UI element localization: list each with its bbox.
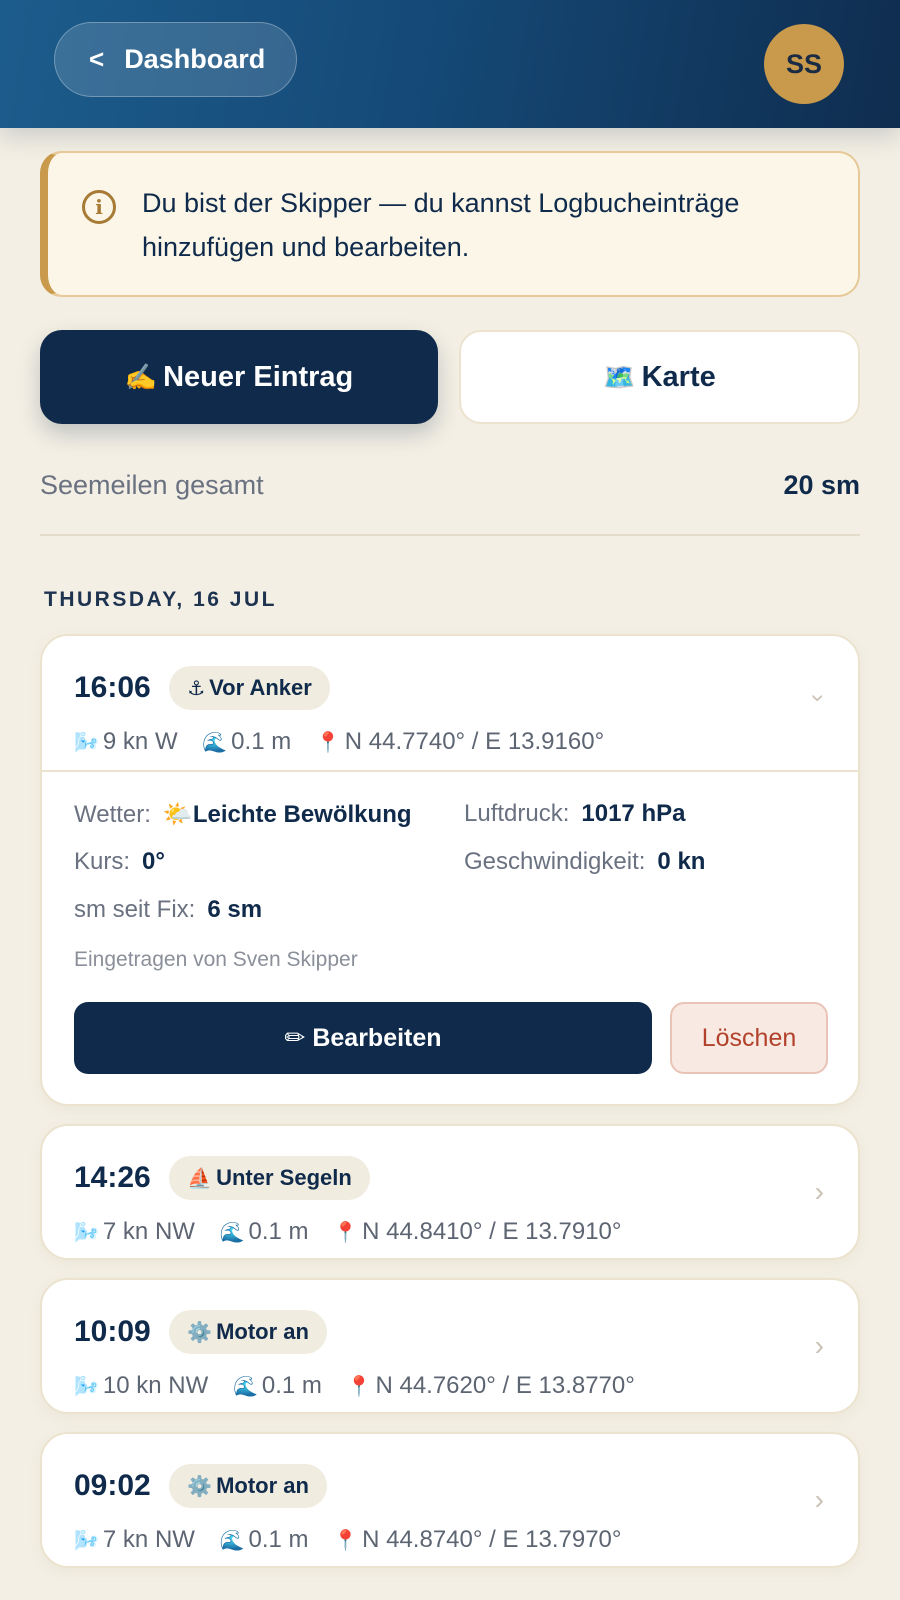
info-icon: i (82, 190, 116, 224)
new-entry-button[interactable]: ✍️ Neuer Eintrag (40, 330, 438, 424)
delete-entry-button[interactable]: Löschen (670, 1002, 828, 1074)
waves-icon: 🌊 (219, 1530, 245, 1552)
entry-meta: 🌬️ 9 kn W 🌊 0.1 m 📍 N 44.7740° / E 13.9160° (74, 728, 858, 756)
chevron-left-icon: < (89, 44, 105, 74)
status-badge: ⛵ Unter Segeln (169, 1156, 370, 1200)
waves-icon: 🌊 (202, 732, 228, 754)
chevron-right-icon[interactable]: › (815, 1330, 824, 1362)
back-button-label: Dashboard (124, 44, 266, 74)
gear-icon: ⚙️ (187, 1322, 213, 1344)
log-entry-header[interactable]: 10:09 ⚙️ Motor an 🌬️ 10 kn NW 🌊 0.1 m 📍 N 44… (42, 1280, 858, 1414)
since-fix-field: sm seit Fix: 6 sm (74, 896, 262, 924)
status-label: Vor Anker (209, 675, 312, 700)
wind-value: 7 kn NW (102, 1526, 195, 1553)
waves-icon: 🌊 (232, 1376, 258, 1398)
writing-hand-icon: ✍️ (124, 361, 158, 392)
wind-value: 10 kn NW (102, 1372, 209, 1399)
waves-icon: 🌊 (219, 1222, 245, 1244)
weather-field: Wetter: 🌤️Leichte Bewölkung (74, 800, 412, 829)
entry-meta: 🌬️ 10 kn NW 🌊 0.1 m 📍 N 44.7620° / E 13.877… (74, 1372, 858, 1400)
position-value: N 44.7620° / E 13.8770° (375, 1372, 635, 1399)
map-label: Karte (641, 360, 716, 393)
map-button[interactable]: 🗺️ Karte (459, 330, 860, 424)
waves-value: 0.1 m (248, 1526, 309, 1553)
map-icon: 🗺️ (603, 361, 636, 392)
top-header: < Dashboard SS (0, 0, 900, 128)
position-value: N 44.8410° / E 13.7910° (362, 1218, 622, 1245)
skipper-notice: i Du bist der Skipper — du kannst Logbuc… (40, 151, 860, 297)
entry-meta: 🌬️ 7 kn NW 🌊 0.1 m 📍 N 44.8740° / E 13.7970… (74, 1526, 858, 1554)
notice-text: Du bist der Skipper — du kannst Logbuche… (142, 188, 740, 262)
total-nautical-miles: Seemeilen gesamt 20 sm (40, 470, 860, 536)
back-to-dashboard-button[interactable]: < Dashboard (54, 22, 297, 97)
status-label: Motor an (216, 1319, 309, 1344)
status-badge: ⚓ Vor Anker (169, 666, 330, 710)
entry-meta: 🌬️ 7 kn NW 🌊 0.1 m 📍 N 44.8410° / E 13.7910… (74, 1218, 858, 1246)
entry-time: 14:26 (74, 1161, 151, 1194)
log-entry-header[interactable]: 14:26 ⛵ Unter Segeln 🌬️ 7 kn NW 🌊 0.1 m 📍 N … (42, 1126, 858, 1260)
anchor-icon: ⚓ (187, 678, 206, 700)
course-field: Kurs: 0° (74, 848, 165, 876)
since-fix-label: sm seit Fix: (74, 896, 196, 923)
status-badge: ⚙️ Motor an (169, 1310, 327, 1354)
speed-value: 0 kn (657, 848, 706, 875)
sailboat-icon: ⛵ (187, 1168, 213, 1190)
pressure-label: Luftdruck: (464, 800, 570, 827)
avatar[interactable]: SS (764, 24, 844, 104)
wind-icon: 🌬️ (74, 1222, 99, 1244)
avatar-initials: SS (785, 48, 823, 79)
position-value: N 44.8740° / E 13.7970° (362, 1526, 622, 1553)
wind-icon: 🌬️ (74, 1530, 99, 1552)
entry-author: Eingetragen von Sven Skipper (74, 948, 358, 971)
entry-time: 09:02 (74, 1469, 151, 1502)
pin-icon: 📍 (315, 732, 341, 754)
total-value: 20 sm (783, 470, 860, 500)
speed-label: Geschwindigkeit: (464, 848, 646, 875)
waves-value: 0.1 m (261, 1372, 322, 1399)
chevron-right-icon[interactable]: › (815, 1484, 824, 1516)
wind-icon: 🌬️ (74, 1376, 99, 1398)
new-entry-label: Neuer Eintrag (163, 360, 354, 393)
entry-time: 10:09 (74, 1315, 151, 1348)
position-value: N 44.7740° / E 13.9160° (344, 728, 605, 755)
pressure-value: 1017 hPa (581, 800, 686, 827)
weather-label: Wetter: (74, 801, 151, 828)
chevron-right-icon[interactable]: › (815, 1176, 824, 1208)
weather-value: Leichte Bewölkung (192, 801, 412, 828)
weather-icon: 🌤️ (162, 801, 193, 828)
wind-value: 9 kn W (102, 728, 178, 755)
log-entry-card[interactable]: 10:09 ⚙️ Motor an 🌬️ 10 kn NW 🌊 0.1 m 📍 N 44… (40, 1278, 860, 1414)
gear-icon: ⚙️ (187, 1476, 213, 1498)
speed-field: Geschwindigkeit: 0 kn (464, 848, 705, 876)
pin-icon: 📍 (333, 1530, 359, 1552)
day-heading: THURSDAY, 16 JUL (44, 588, 277, 611)
status-badge: ⚙️ Motor an (169, 1464, 327, 1508)
total-label: Seemeilen gesamt (40, 470, 264, 500)
status-label: Unter Segeln (216, 1165, 352, 1190)
log-entry-header[interactable]: 09:02 ⚙️ Motor an 🌬️ 7 kn NW 🌊 0.1 m 📍 N 44.… (42, 1434, 858, 1568)
wind-value: 7 kn NW (102, 1218, 195, 1245)
log-entry-header[interactable]: 16:06 ⚓ Vor Anker 🌬️ 9 kn W 🌊 0.1 m 📍 N 44.7… (42, 636, 858, 770)
log-entry-card[interactable]: 16:06 ⚓ Vor Anker 🌬️ 9 kn W 🌊 0.1 m 📍 N 44.7… (40, 634, 860, 1106)
entry-time: 16:06 (74, 671, 151, 704)
waves-value: 0.1 m (231, 728, 292, 755)
pin-icon: 📍 (333, 1222, 359, 1244)
edit-entry-button[interactable]: ✏ Bearbeiten (74, 1002, 652, 1074)
status-label: Motor an (216, 1473, 309, 1498)
wind-icon: 🌬️ (74, 732, 99, 754)
log-entry-details: Wetter: 🌤️Leichte Bewölkung Luftdruck: 101… (42, 770, 858, 1102)
waves-value: 0.1 m (248, 1218, 309, 1245)
chevron-down-icon[interactable]: › (804, 694, 832, 702)
log-entry-card[interactable]: 09:02 ⚙️ Motor an 🌬️ 7 kn NW 🌊 0.1 m 📍 N 44.… (40, 1432, 860, 1568)
pressure-field: Luftdruck: 1017 hPa (464, 800, 685, 828)
course-value: 0° (142, 848, 165, 875)
log-entry-card[interactable]: 14:26 ⛵ Unter Segeln 🌬️ 7 kn NW 🌊 0.1 m 📍 N … (40, 1124, 860, 1260)
course-label: Kurs: (74, 848, 131, 875)
since-fix-value: 6 sm (207, 896, 263, 923)
pin-icon: 📍 (346, 1376, 372, 1398)
